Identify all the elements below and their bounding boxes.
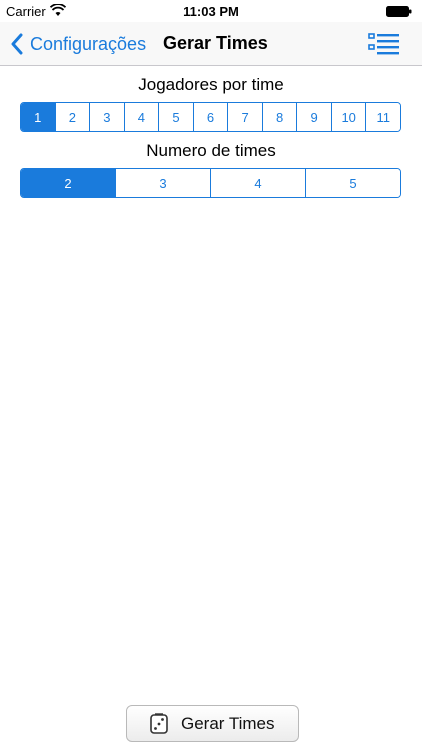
number-of-teams-label: Numero de times [146,141,276,160]
dice-icon [150,712,168,734]
back-button-label: Configurações [30,33,147,54]
status-bar: Carrier 11:03 PM [0,0,422,22]
players-per-team-segment-6[interactable]: 6 [192,103,228,131]
players-per-team-segment-8[interactable]: 8 [261,103,297,131]
players-per-team-segment-4[interactable]: 4 [123,103,159,131]
players-per-team-segment-10[interactable]: 10 [330,103,366,131]
players-per-team-segment-9[interactable]: 9 [296,103,331,131]
number-of-teams-segment-5[interactable]: 5 [305,169,400,197]
battery-icon [386,6,412,17]
status-time: 11:03 PM [183,4,239,19]
page-title: Gerar Times [163,33,268,53]
number-of-teams-control: 2345 [20,168,401,198]
players-per-team-segment-11[interactable]: 11 [365,103,400,131]
players-per-team-segment-3[interactable]: 3 [89,103,124,131]
list-icon[interactable] [368,31,400,57]
generate-teams-button[interactable]: Gerar Times [126,705,299,742]
players-per-team-segment-7[interactable]: 7 [227,103,262,131]
players-per-team-segment-2[interactable]: 2 [54,103,90,131]
players-per-team-label: Jogadores por time [138,75,284,94]
number-of-teams-segment-3[interactable]: 3 [115,169,210,197]
generate-teams-label: Gerar Times [181,713,275,733]
back-button[interactable]: Configurações [10,30,146,58]
players-per-team-segment-5[interactable]: 5 [158,103,193,131]
players-per-team-segment-1[interactable]: 1 [21,103,55,131]
chevron-left-icon [11,33,23,55]
number-of-teams-segment-2[interactable]: 2 [21,169,115,197]
navigation-bar: Configurações Gerar Times [0,22,422,66]
players-per-team-control: 1 2 3 4 5 6 7 8 9 10 11 [20,102,401,132]
number-of-teams-segment-4[interactable]: 4 [210,169,305,197]
